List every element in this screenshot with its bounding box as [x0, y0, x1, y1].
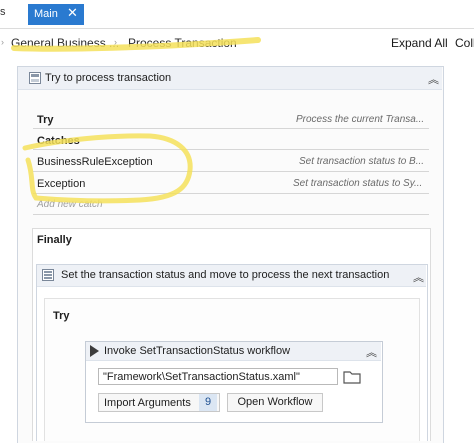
catch-exception[interactable]: Exception: [37, 178, 85, 190]
try-label: Try: [37, 114, 54, 126]
divider: [33, 149, 429, 150]
divider: [33, 171, 429, 172]
divider: [33, 193, 429, 194]
catch-business-rule-description[interactable]: Set transaction status to B...: [299, 156, 424, 167]
open-workflow-button[interactable]: Open Workflow: [227, 393, 323, 412]
import-arguments-label: Import Arguments: [104, 397, 191, 409]
collapse-all-button[interactable]: Coll: [455, 36, 474, 50]
try-catch-title: Try to process transaction: [45, 72, 172, 84]
try-catch-icon: [29, 72, 41, 84]
import-arguments-count-badge: 9: [199, 394, 217, 411]
divider: [33, 214, 429, 215]
tab-previous-fragment[interactable]: s: [0, 6, 6, 18]
collapse-icon[interactable]: ︽: [413, 269, 424, 285]
tab-main-label: Main: [34, 8, 58, 20]
divider: [33, 128, 429, 129]
sequence-title: Set the transaction status and move to p…: [61, 269, 390, 281]
folder-icon[interactable]: [342, 369, 362, 385]
try-description[interactable]: Process the current Transa...: [296, 114, 424, 125]
invoke-workflow-title: Invoke SetTransactionStatus workflow: [104, 345, 291, 357]
chevron-right-icon: ›: [114, 37, 117, 47]
finally-label: Finally: [37, 234, 72, 246]
add-new-catch-link[interactable]: Add new catch: [37, 199, 103, 210]
inner-try-label: Try: [53, 310, 70, 322]
import-arguments-button[interactable]: Import Arguments 9: [98, 393, 220, 412]
play-icon: [89, 345, 99, 357]
collapse-icon[interactable]: ︽: [366, 344, 377, 360]
catches-label: Catches: [37, 135, 80, 147]
expand-all-button[interactable]: Expand All: [391, 36, 448, 50]
chevron-right-icon: ›: [1, 37, 4, 47]
catch-exception-description[interactable]: Set transaction status to Sy...: [293, 178, 422, 189]
close-icon[interactable]: ✕: [67, 5, 78, 21]
breadcrumb-item-general-business[interactable]: General Business ...: [11, 36, 119, 50]
tab-main[interactable]: Main ✕: [28, 4, 84, 25]
workflow-path-input[interactable]: "Framework\SetTransactionStatus.xaml": [98, 368, 338, 385]
sequence-icon: [42, 269, 54, 281]
breadcrumb-item-process-transaction[interactable]: Process Transaction: [128, 36, 237, 50]
collapse-icon[interactable]: ︽: [428, 71, 439, 87]
catch-business-rule-exception[interactable]: BusinessRuleException: [37, 156, 153, 168]
